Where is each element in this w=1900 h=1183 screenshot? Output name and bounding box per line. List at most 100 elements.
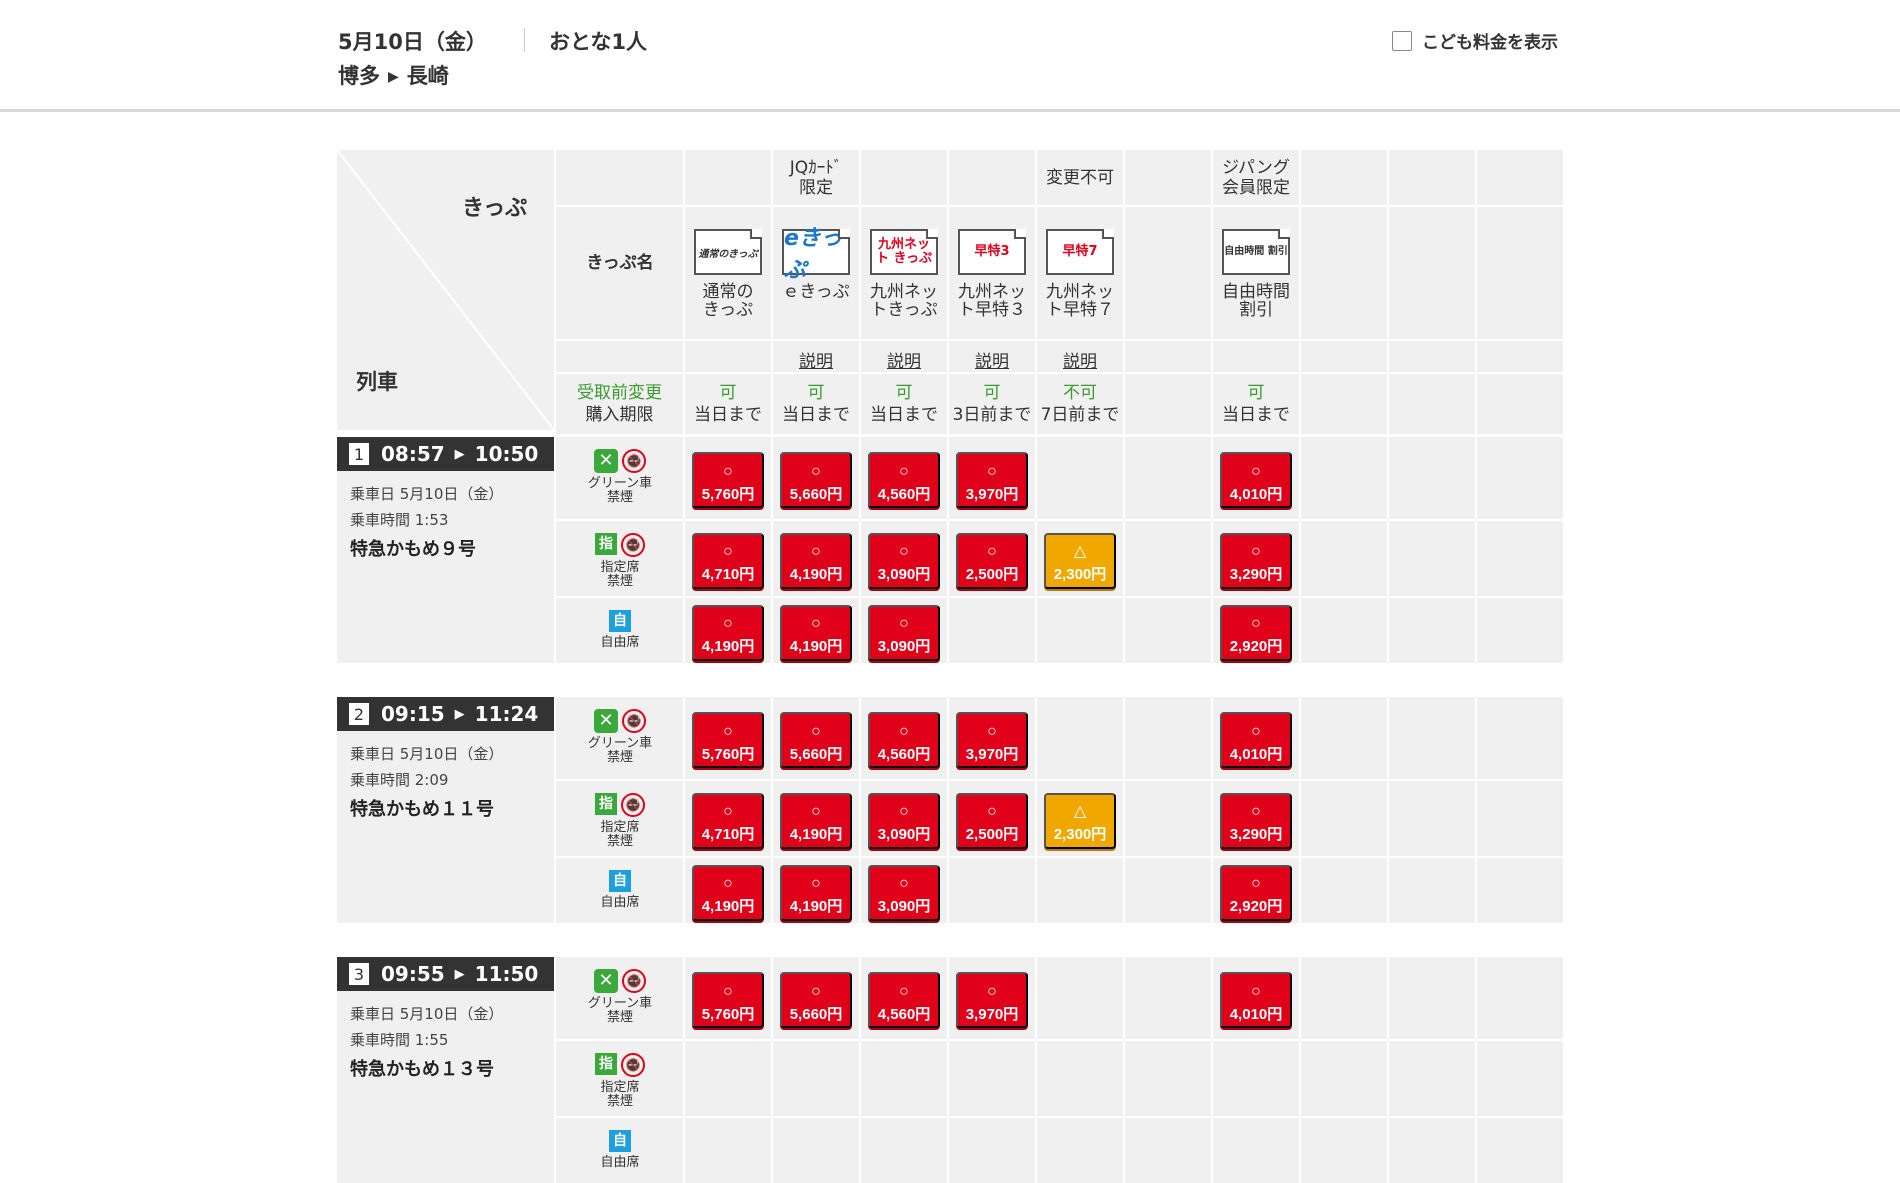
fare-button[interactable]: ○ 3,090円 (868, 792, 940, 849)
fare-button[interactable]: ○ 3,290円 (1220, 532, 1292, 589)
fare-button[interactable]: ○ 2,500円 (956, 792, 1028, 849)
seat-type-label: 自由席 (600, 635, 640, 650)
fare-cell (1125, 858, 1211, 923)
fare-cell (773, 1118, 859, 1183)
fare-button[interactable]: ○ 2,920円 (1220, 864, 1292, 921)
fare-button[interactable]: ○ 4,560円 (868, 452, 940, 508)
reserved-seat-icon: 指 (595, 533, 617, 555)
header-cell (1213, 341, 1299, 372)
availability-mark: ○ (899, 875, 909, 892)
fare-price: 4,190円 (789, 898, 843, 915)
seat-icons: 自 (558, 870, 682, 892)
seat-type-label: 禁煙 (606, 574, 633, 589)
ticket-description-link[interactable]: 説明 (949, 347, 1035, 372)
fare-button[interactable]: ○ 3,970円 (956, 972, 1028, 1028)
ticket-axis-label: きっぷ (462, 196, 528, 221)
fare-price: 5,760円 (701, 485, 755, 503)
fare-button[interactable]: ○ 3,970円 (956, 712, 1028, 768)
ticket-notch (1278, 229, 1290, 239)
fare-button[interactable]: ○ 4,190円 (692, 604, 764, 661)
fare-cell (1125, 521, 1211, 596)
fare-button[interactable]: △ 2,300円 (1044, 532, 1116, 589)
availability-mark: ○ (811, 722, 821, 740)
fare-cell (1037, 437, 1123, 519)
availability-mark: ○ (1251, 875, 1261, 892)
ride-duration: 乗車時間 1:55 (350, 1031, 449, 1049)
availability-mark: △ (1073, 543, 1087, 560)
fare-button[interactable]: ○ 5,760円 (692, 452, 764, 508)
arrival-time: 10:50 (474, 442, 539, 466)
fare-button[interactable]: ○ 4,190円 (780, 864, 852, 921)
fare-cell (1389, 858, 1475, 923)
seat-type-green: ✕ 🚭 グリーン車 禁煙 (558, 969, 682, 1025)
change-allowed-value: 可 (719, 383, 737, 403)
green-car-icon: ✕ (594, 709, 618, 733)
fare-button[interactable]: ○ 4,710円 (692, 792, 764, 849)
departure-time: 09:15 (381, 702, 445, 726)
header-label-cell (556, 207, 683, 339)
change-allowed-value: 可 (983, 383, 1001, 403)
fare-button[interactable]: ○ 5,760円 (692, 712, 764, 768)
no-smoking-icon: 🚭 (622, 449, 646, 473)
fare-button[interactable]: ○ 4,190円 (692, 864, 764, 921)
fare-cell (1037, 1041, 1123, 1116)
fare-cell (1301, 1118, 1387, 1183)
fare-price: 4,560円 (877, 1005, 931, 1023)
fare-button[interactable]: ○ 5,660円 (780, 972, 852, 1028)
fare-cell (1389, 957, 1475, 1039)
ticket-description-link[interactable]: 説明 (773, 347, 859, 372)
fare-cell (685, 1118, 771, 1183)
child-fare-checkbox[interactable] (1392, 30, 1412, 51)
fare-button[interactable]: ○ 3,970円 (956, 452, 1028, 508)
ticket-description-link[interactable]: 説明 (861, 347, 947, 372)
fare-cell (1477, 598, 1563, 663)
fare-cell (1125, 1041, 1211, 1116)
fare-price: 4,010円 (1229, 745, 1283, 763)
fare-cell (1037, 598, 1123, 663)
fare-cell (1389, 521, 1475, 596)
train-name: 特急かもめ１３号 (350, 1059, 494, 1080)
fare-button[interactable]: ○ 4,560円 (868, 972, 940, 1028)
fare-button[interactable]: ○ 4,010円 (1220, 452, 1292, 508)
fare-cell (1477, 1041, 1563, 1116)
fare-button[interactable]: ○ 5,660円 (780, 712, 852, 768)
availability-mark: ○ (899, 803, 909, 820)
ride-date: 乗車日 5月10日（金） (350, 745, 504, 763)
seat-type-label: グリーン車 (587, 476, 653, 491)
seat-type-free: 自自由席 (558, 870, 682, 910)
fare-button[interactable]: ○ 4,010円 (1220, 972, 1292, 1028)
fare-button[interactable]: ○ 4,010円 (1220, 712, 1292, 768)
seat-type-reserved: 指 🚭 指定席 禁煙 (558, 793, 682, 849)
availability-mark: ○ (723, 875, 733, 892)
fare-button[interactable]: ○ 3,090円 (868, 604, 940, 661)
fare-price: 3,290円 (1229, 826, 1283, 843)
fare-button[interactable]: ○ 3,090円 (868, 532, 940, 589)
ticket-type-icon: 通常のきっぷ (694, 229, 762, 275)
travel-date: 5月10日（金） (338, 30, 487, 54)
fare-cell (1301, 437, 1387, 519)
fare-cell (861, 1041, 947, 1116)
availability-mark: ○ (987, 462, 997, 480)
fare-price: 4,190円 (701, 638, 755, 655)
header-label-cell (556, 341, 683, 372)
fare-cell (1477, 697, 1563, 779)
fare-cell (773, 1041, 859, 1116)
fare-button[interactable]: ○ 3,290円 (1220, 792, 1292, 849)
child-fare-toggle[interactable]: こども料金を表示 (1392, 28, 1558, 53)
fare-button[interactable]: ○ 4,190円 (780, 532, 852, 589)
fare-button[interactable]: ○ 4,710円 (692, 532, 764, 589)
fare-button[interactable]: ○ 5,660円 (780, 452, 852, 508)
fare-cell (949, 1118, 1035, 1183)
seat-type-free: 自自由席 (558, 1130, 682, 1170)
train-details: 乗車日 5月10日（金） 乗車時間 2:09 特急かもめ１１号 (350, 741, 503, 823)
fare-button[interactable]: ○ 4,190円 (780, 604, 852, 661)
fare-button[interactable]: △ 2,300円 (1044, 792, 1116, 849)
fare-button[interactable]: ○ 4,190円 (780, 792, 852, 849)
fare-button[interactable]: ○ 2,500円 (956, 532, 1028, 589)
fare-button[interactable]: ○ 5,760円 (692, 972, 764, 1028)
fare-button[interactable]: ○ 2,920円 (1220, 604, 1292, 661)
seat-icons: 自 (558, 1130, 682, 1152)
ticket-description-link[interactable]: 説明 (1037, 347, 1123, 372)
fare-button[interactable]: ○ 3,090円 (868, 864, 940, 921)
fare-button[interactable]: ○ 4,560円 (868, 712, 940, 768)
